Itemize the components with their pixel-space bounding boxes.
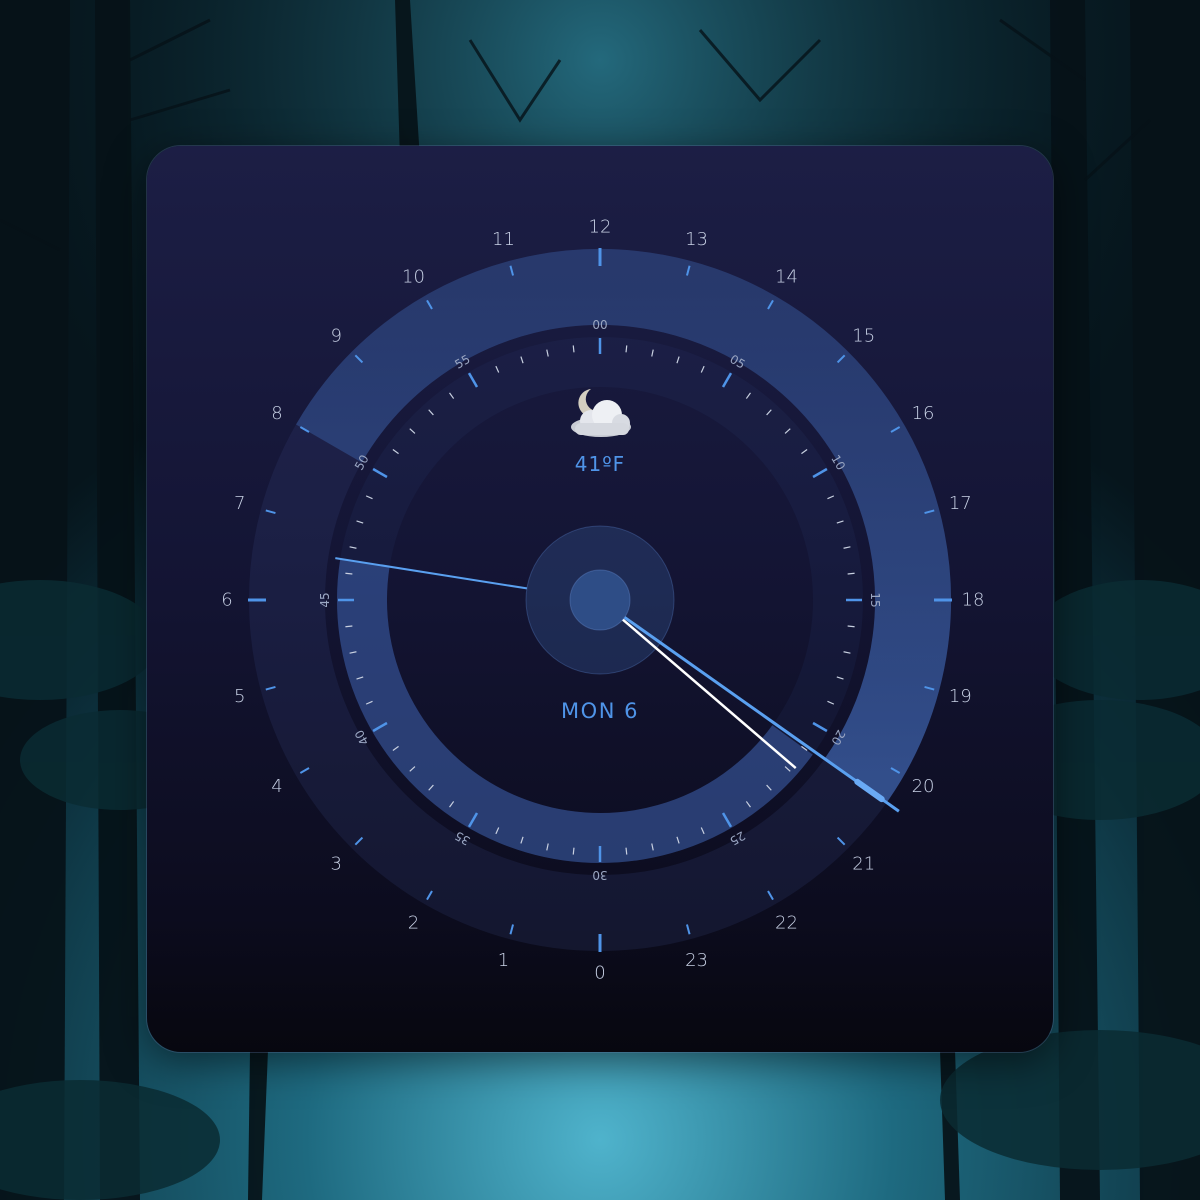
minute-tick [345,625,353,628]
minute-number: 00 [592,318,607,332]
hour-number: 5 [234,686,245,707]
clock-widget[interactable]: 0 1 2 3 4 5 6 7 8 9 10 11 12 13 14 15 16 17 18 19 20 21 22 23 0… [147,146,1053,1052]
minute-tick [847,572,855,575]
hour-number: 3 [331,853,342,874]
date-label: MON 6 [561,699,639,723]
minute-hand [621,618,797,770]
hour-number: 12 [589,217,612,238]
hour-number: 6 [221,590,232,611]
hour-number: 17 [949,493,972,514]
clock-dial: 01234567891011121314151617181920212223 0… [221,217,985,984]
hour-number: 14 [775,266,798,287]
hour-number: 22 [775,913,798,934]
hour-number: 20 [912,776,935,797]
hour-number: 9 [331,326,342,347]
cloudy-night-icon [571,389,631,437]
hour-number: 21 [852,853,875,874]
minute-number: 45 [318,592,332,607]
hour-number: 4 [271,776,282,797]
hour-number: 11 [492,229,515,250]
hour-number: 1 [498,950,509,971]
minute-number: 15 [868,592,882,607]
temperature-label: 41ºF [574,452,626,476]
minute-tick [572,345,575,353]
hour-number: 15 [852,326,875,347]
hour-number: 10 [402,266,425,287]
hour-number: 13 [685,229,708,250]
hour-number: 18 [962,590,985,611]
hour-number: 8 [271,403,282,424]
hour-number: 16 [912,403,935,424]
center-hub-inner [569,569,631,631]
minute-tick [625,345,628,353]
minute-tick [345,572,353,575]
hour-number: 23 [685,950,708,971]
hour-number: 2 [408,913,419,934]
minute-tick [625,847,628,855]
minute-tick [572,847,575,855]
hour-number: 19 [949,686,972,707]
hour-number: 7 [234,493,245,514]
minute-number: 30 [592,868,607,882]
hour-number: 0 [594,963,605,984]
minute-tick [847,625,855,628]
